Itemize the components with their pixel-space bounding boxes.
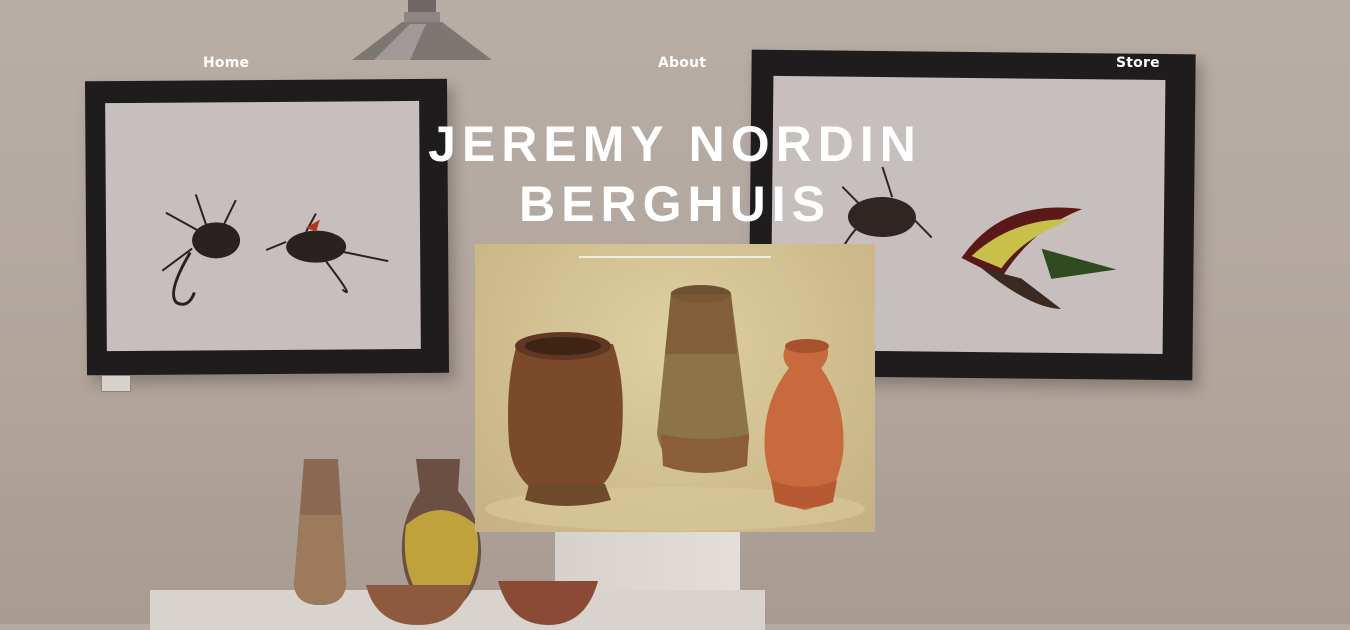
- site-title: JEREMY NORDIN BERGHUIS: [375, 114, 975, 234]
- nav-link-home[interactable]: Home: [203, 55, 249, 71]
- fly-illustration-left: [161, 194, 389, 306]
- pottery-vessels-image: [485, 285, 865, 531]
- nav-link-store[interactable]: Store: [1116, 55, 1160, 71]
- pendant-lamp: [352, 0, 492, 60]
- nav-link-about[interactable]: About: [658, 55, 706, 71]
- wall-label: [101, 375, 131, 392]
- site-title-line1: JEREMY NORDIN: [428, 116, 922, 172]
- site-title-line2: BERGHUIS: [519, 176, 831, 232]
- title-divider: [579, 256, 771, 258]
- artwork-paper: [105, 100, 421, 352]
- main-navigation: Home About Store: [0, 55, 1350, 75]
- featured-pottery-photo: [475, 244, 875, 532]
